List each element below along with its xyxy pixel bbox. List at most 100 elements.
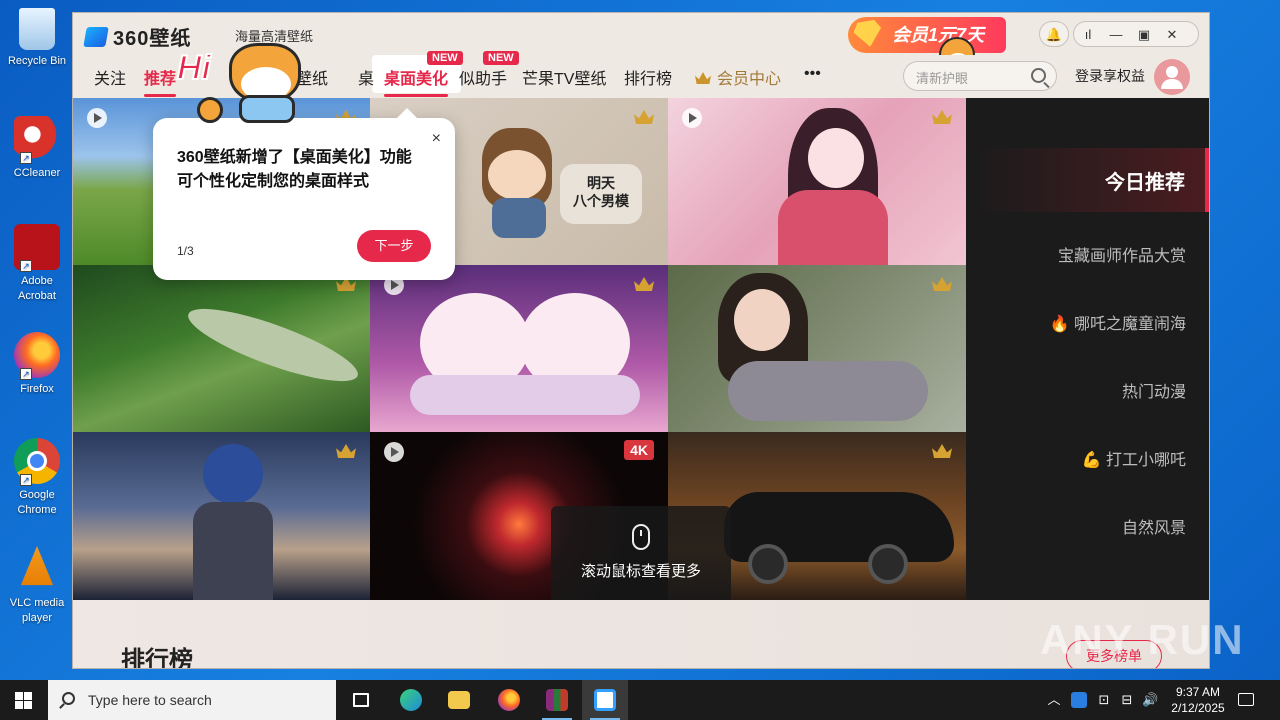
- maximize-button[interactable]: ▣: [1130, 22, 1158, 48]
- category-panel: 今日推荐 宝藏画师作品大赏 🔥 哪吒之魔童闹海 热门动漫 💪 打工小哪吒 自然风…: [966, 98, 1209, 600]
- desktop-icon-label: Google Chrome: [17, 489, 57, 516]
- shortcut-arrow-icon: ↗: [20, 260, 32, 272]
- bubble-text: 八个男模: [573, 193, 629, 209]
- nav-label: 桌面美化: [384, 71, 449, 88]
- car-wheel: [748, 544, 788, 584]
- wallpaper-tile[interactable]: [668, 98, 966, 265]
- nav-follow[interactable]: 关注: [94, 65, 126, 89]
- network-device-icon[interactable]: ⊡: [1096, 692, 1112, 708]
- play-icon: [87, 108, 107, 128]
- nav-mango-tv[interactable]: 芒果TV壁纸: [522, 65, 606, 89]
- popup-step-indicator: 1/3: [177, 244, 194, 258]
- tray-app-icon[interactable]: [1071, 692, 1087, 708]
- popup-close-button[interactable]: ×: [432, 130, 441, 148]
- taskbar-edge[interactable]: [388, 680, 434, 720]
- recycle-bin-icon: [19, 8, 55, 50]
- firefox-icon: [498, 689, 520, 711]
- wallpaper-tile[interactable]: [73, 265, 370, 432]
- nav-desktop-beautify[interactable]: 桌面美化 NEW: [384, 51, 463, 97]
- edge-icon: [400, 689, 422, 711]
- anime-face: [808, 128, 864, 188]
- speech-bubble: 明天 八个男模: [560, 164, 642, 224]
- ccleaner-shortcut[interactable]: ↗ CCleaner: [4, 116, 70, 181]
- ranking-title: 排行榜: [121, 647, 193, 669]
- cartoon-face: [488, 150, 546, 200]
- nav-desktop[interactable]: 桌: [358, 65, 374, 89]
- notification-pill[interactable]: 🔔: [1039, 21, 1069, 47]
- shortcut-arrow-icon: ↗: [20, 368, 32, 380]
- firefox-shortcut[interactable]: ↗ Firefox: [4, 332, 70, 397]
- diamond-icon: [852, 19, 884, 49]
- taskbar-360-wallpaper[interactable]: [582, 680, 628, 720]
- popup-message: 360壁纸新增了【桌面美化】功能可个性化定制您的桌面样式: [177, 149, 412, 190]
- login-link[interactable]: 登录享权益: [1075, 66, 1145, 86]
- shortcut-arrow-icon: ↗: [20, 474, 32, 486]
- cyber-body: [193, 502, 273, 600]
- category-item[interactable]: 自然风景: [1122, 514, 1186, 538]
- desktop-icon-label: Firefox: [20, 383, 54, 395]
- search-input[interactable]: 清新护眼: [903, 61, 1057, 91]
- ranking-section: 排行榜 更多榜单: [73, 600, 1209, 669]
- play-icon: [384, 442, 404, 462]
- close-button[interactable]: ✕: [1158, 22, 1186, 48]
- pet-bed: [410, 375, 640, 415]
- desktop-icon-label: CCleaner: [13, 167, 61, 179]
- adobe-acrobat-shortcut[interactable]: ↗ Adobe Acrobat: [4, 224, 70, 304]
- category-item[interactable]: 🔥 哪吒之魔童闹海: [1050, 310, 1186, 334]
- wallpaper-tile[interactable]: [668, 265, 966, 432]
- google-chrome-shortcut[interactable]: ↗ Google Chrome: [4, 438, 70, 518]
- avatar[interactable]: [1154, 59, 1190, 95]
- start-button[interactable]: [0, 680, 48, 720]
- bell-icon[interactable]: 🔔: [1040, 22, 1068, 48]
- logo-mark-icon: [83, 26, 109, 47]
- desktop-icon-label: VLC media player: [9, 597, 65, 624]
- volume-icon[interactable]: 🔊: [1142, 692, 1158, 708]
- taskbar-file-explorer[interactable]: [436, 680, 482, 720]
- nav-ranking[interactable]: 排行榜: [624, 65, 672, 89]
- crown-icon: [634, 110, 654, 124]
- category-item[interactable]: 热门动漫: [1122, 378, 1186, 402]
- category-item[interactable]: 宝藏画师作品大赏: [1058, 242, 1186, 266]
- windows-logo-icon: [24, 692, 32, 700]
- nav-label: 似助手: [459, 71, 508, 88]
- network-icon[interactable]: ⊟: [1119, 692, 1135, 708]
- nav-vip-center[interactable]: 会员中心: [695, 65, 781, 89]
- cartoon-body: [492, 198, 546, 238]
- vip-promo-banner[interactable]: 会员1元7天: [848, 17, 1006, 53]
- taskbar-clock[interactable]: 9:37 AM 2/12/2025: [1160, 684, 1236, 716]
- task-view-button[interactable]: [338, 680, 384, 720]
- clock-date: 2/12/2025: [1171, 701, 1225, 715]
- crown-icon: [634, 277, 654, 291]
- winrar-icon: [546, 689, 568, 711]
- forest-path: [181, 295, 365, 395]
- popup-next-button[interactable]: 下一步: [357, 230, 431, 262]
- crown-icon: [695, 72, 711, 84]
- chevron-up-icon[interactable]: ︿: [1046, 692, 1062, 708]
- wallpaper-app-window: 360壁纸 海量高清壁纸 会员1元7天 🔔 ıl — ▣ ✕ 关注 推荐 壁纸 …: [72, 12, 1210, 669]
- anime-outfit: [778, 190, 888, 265]
- clock-time: 9:37 AM: [1175, 685, 1221, 699]
- minimize-button[interactable]: —: [1102, 22, 1130, 48]
- search-icon: [62, 692, 75, 705]
- notification-center-icon[interactable]: [1238, 693, 1254, 706]
- skin-icon[interactable]: ıl: [1074, 22, 1102, 48]
- wallpaper-tile[interactable]: [73, 432, 370, 600]
- nav-assistant[interactable]: 似助手 NEW: [459, 51, 519, 89]
- new-badge: NEW: [427, 51, 463, 65]
- recycle-bin-shortcut[interactable]: Recycle Bin: [4, 8, 70, 69]
- taskbar-search-input[interactable]: Type here to search: [48, 680, 336, 720]
- vlc-cone-icon: [20, 546, 54, 586]
- crown-icon: [932, 444, 952, 458]
- vlc-shortcut[interactable]: VLC media player: [4, 546, 70, 626]
- desktop-icon-label: Adobe Acrobat: [18, 275, 56, 302]
- taskbar-firefox[interactable]: [486, 680, 532, 720]
- wallpaper-tile[interactable]: [370, 265, 668, 432]
- scroll-hint-text: 滚动鼠标查看更多: [580, 563, 701, 580]
- taskbar-winrar[interactable]: [534, 680, 580, 720]
- category-today-recommend[interactable]: 今日推荐: [976, 148, 1209, 212]
- new-badge: NEW: [483, 51, 519, 65]
- search-icon[interactable]: [1031, 68, 1046, 83]
- nav-more[interactable]: •••: [804, 65, 821, 83]
- scroll-hint-overlay: 滚动鼠标查看更多: [551, 506, 731, 604]
- category-item[interactable]: 💪 打工小哪吒: [1082, 446, 1186, 470]
